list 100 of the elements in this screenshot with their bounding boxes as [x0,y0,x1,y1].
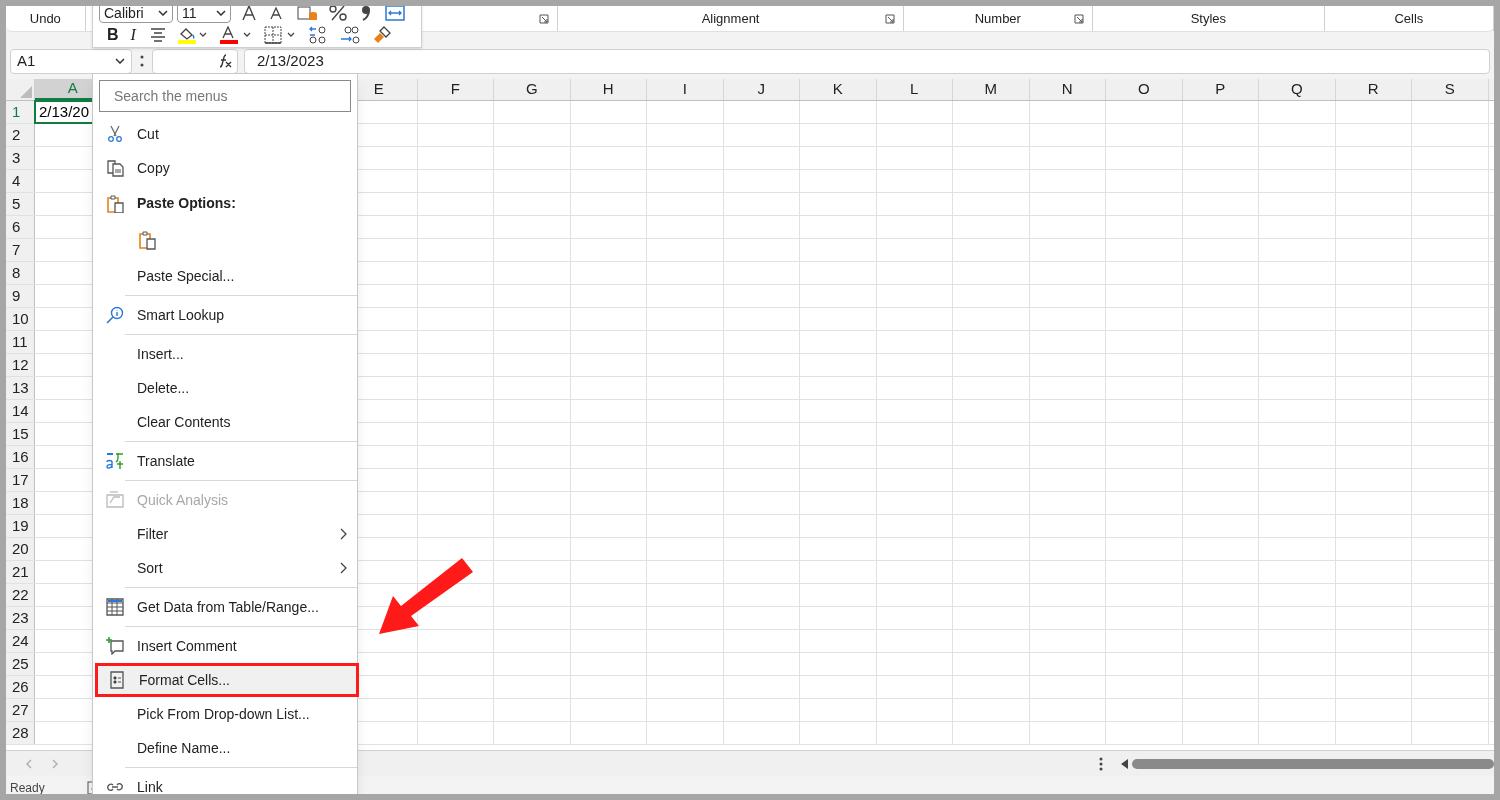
row-header[interactable]: 9 [6,285,35,307]
row-header[interactable]: 17 [6,469,35,491]
column-header[interactable]: P [1182,79,1259,100]
name-box[interactable]: A1 [10,48,132,74]
translate-icon [106,452,124,470]
menu-item[interactable]: Sort [93,551,357,585]
row-header[interactable]: 3 [6,147,35,169]
column-header[interactable]: F [417,79,494,100]
scissors-icon [106,125,124,143]
row-header[interactable]: 6 [6,216,35,238]
dialog-launcher-icon[interactable] [884,14,895,24]
chart-icon [106,491,124,509]
menu-item[interactable]: Pick From Drop-down List... [93,697,357,731]
row-header[interactable]: 27 [6,699,35,721]
row-header[interactable]: 21 [6,561,35,583]
formula-input[interactable]: 2/13/2023 [244,48,1490,74]
decrease-decimal-icon[interactable] [307,26,328,44]
row-header[interactable]: 25 [6,653,35,675]
increase-decimal-icon[interactable] [339,26,360,44]
column-header[interactable]: H [570,79,647,100]
comment-icon [106,637,124,655]
fill-color-icon[interactable] [177,26,208,44]
row-header[interactable]: 14 [6,400,35,422]
row-header[interactable]: 24 [6,630,35,652]
menu-item[interactable]: Filter [93,517,357,551]
menu-item[interactable]: Copy [93,151,357,185]
menu-heading: Paste Options: [137,194,236,213]
column-header[interactable]: Q [1259,79,1336,100]
row-header[interactable]: 22 [6,584,35,606]
column-header[interactable]: M [953,79,1030,100]
function-icon[interactable] [217,53,233,69]
scroll-left-icon[interactable] [1121,758,1128,769]
dropdown[interactable]: Calibri [99,6,173,23]
borders-icon[interactable] [263,26,296,44]
row-header[interactable]: 15 [6,423,35,445]
menu-item[interactable]: Define Name... [93,731,357,765]
clipboard-icon [106,194,124,213]
paste-icon[interactable] [138,230,158,251]
menu-item[interactable]: Delete... [93,371,357,405]
column-header[interactable]: I [647,79,724,100]
column-header[interactable]: O [1106,79,1183,100]
comma-style-icon[interactable] [361,6,371,21]
menu-item[interactable]: Insert... [93,337,357,371]
grow-font-icon[interactable] [241,6,257,21]
group-label: Cells [1394,9,1424,28]
chevron-down-icon [158,10,168,16]
merge-icon[interactable] [385,6,405,21]
group-label: Alignment [701,9,760,28]
percent-icon[interactable] [329,6,347,21]
column-header[interactable]: N [1029,79,1106,100]
copy-icon [106,159,124,177]
search-field[interactable]: Search the menus [99,80,351,112]
row-header[interactable]: 19 [6,515,35,537]
table-icon [106,598,124,616]
chevron-down-icon [115,58,125,64]
row-header[interactable]: 10 [6,308,35,330]
row-header[interactable]: 12 [6,354,35,376]
menu-item[interactable]: Insert Comment [93,629,357,663]
dropdown[interactable]: 11 [177,6,231,23]
chevron-down-icon [216,10,226,16]
group-label: Styles [1190,9,1227,28]
row-header[interactable]: 5 [6,193,35,215]
row-header[interactable]: 7 [6,239,35,261]
menu-item[interactable]: Translate [93,444,357,478]
cell-styles-icon[interactable] [297,6,319,21]
row-header[interactable]: 13 [6,377,35,399]
menu-item[interactable]: Paste Special... [93,259,357,293]
row-header[interactable]: 4 [6,170,35,192]
row-header[interactable]: 2 [6,124,35,146]
column-header[interactable]: J [723,79,800,100]
row-header[interactable]: 16 [6,446,35,468]
row-header[interactable]: 26 [6,676,35,698]
column-header[interactable]: S [1412,79,1489,100]
column-header[interactable]: G [494,79,571,100]
group-label: Undo [29,9,61,28]
row-header[interactable]: 8 [6,262,35,284]
menu-item[interactable]: Clear Contents [93,405,357,439]
menu-item[interactable]: Format Cells... [95,663,359,697]
more-icon[interactable] [140,54,144,68]
font-color-icon[interactable] [219,26,252,44]
align-center-icon[interactable] [149,28,166,42]
more-icon[interactable] [1099,756,1103,771]
menu-item[interactable]: Get Data from Table/Range... [93,590,357,624]
row-header[interactable]: 20 [6,538,35,560]
shrink-font-icon[interactable] [269,6,283,20]
bold-button[interactable]: B [107,23,119,47]
column-header[interactable]: L [876,79,953,100]
row-header[interactable]: 1 [6,101,35,123]
dialog-launcher-icon[interactable] [539,14,550,24]
row-header[interactable]: 18 [6,492,35,514]
row-header[interactable]: 28 [6,722,35,744]
italic-button[interactable]: I [130,23,138,47]
menu-item[interactable]: Smart Lookup [93,298,357,332]
row-header[interactable]: 23 [6,607,35,629]
menu-item[interactable]: Link [93,770,357,794]
column-header[interactable]: R [1335,79,1412,100]
dialog-launcher-icon[interactable] [1073,14,1084,24]
column-header[interactable]: K [800,79,877,100]
format-icon [108,671,126,689]
row-header[interactable]: 11 [6,331,35,353]
